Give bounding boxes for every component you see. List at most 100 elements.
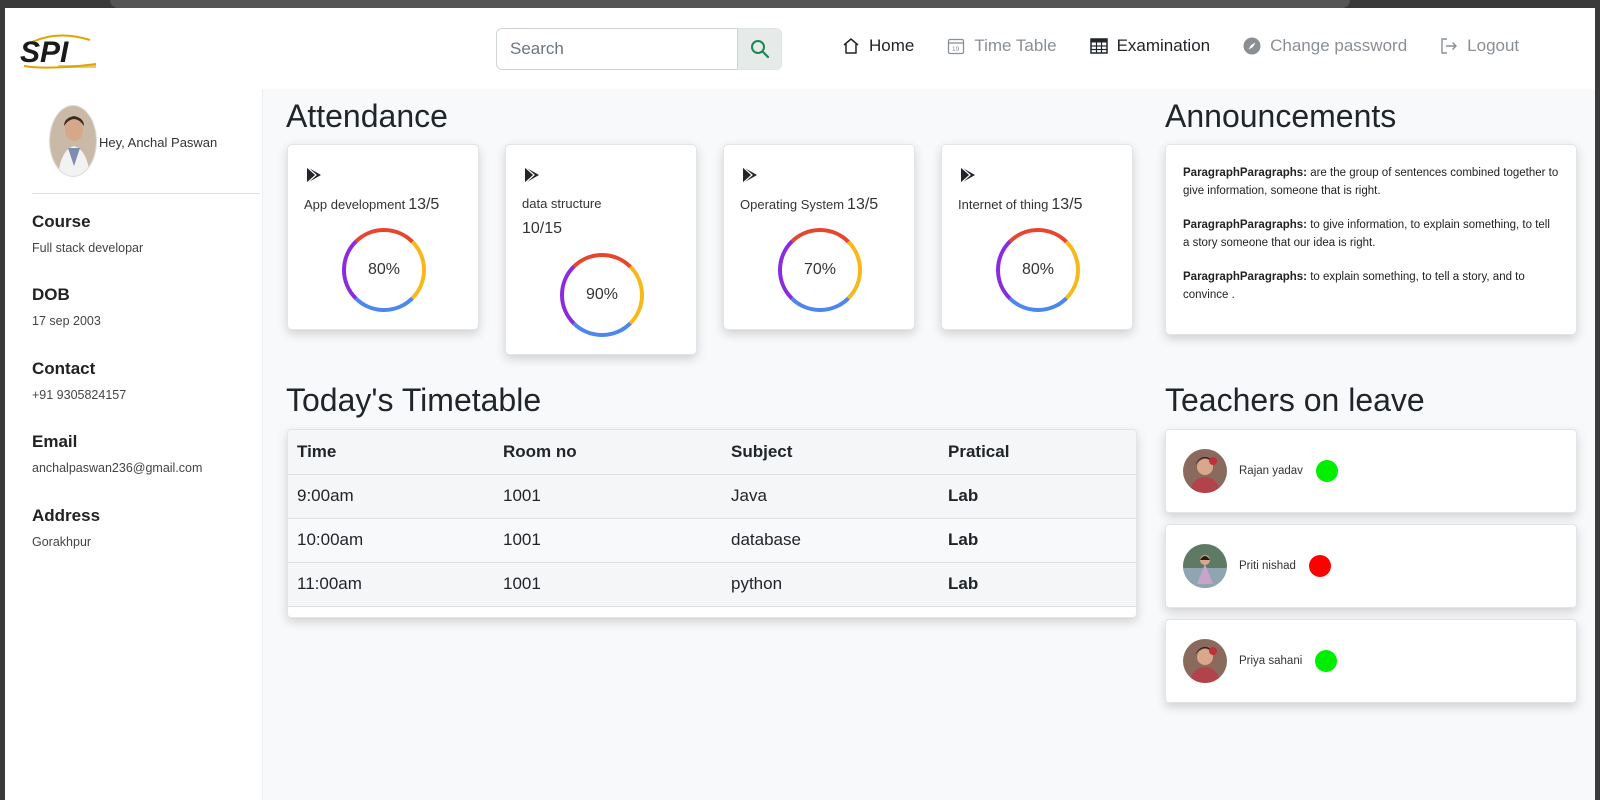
teacher-name: Rajan yadav: [1239, 465, 1303, 477]
table-row[interactable]: 10:00am 1001 database Lab: [288, 518, 1136, 563]
practical-cell: Lab: [939, 518, 1136, 563]
table-icon: [1089, 38, 1108, 54]
course-label: Course: [32, 212, 91, 231]
leave-card[interactable]: Rajan yadav: [1165, 429, 1577, 513]
nav-time-table-label: Time Table: [974, 36, 1057, 55]
dob-label: DOB: [32, 285, 70, 304]
attendance-card-app-development[interactable]: App development 13/5 80%: [287, 144, 479, 330]
timetable-table: Time Room no Subject Pratical 9:00am 100…: [288, 430, 1136, 607]
contact-label: Contact: [32, 359, 96, 378]
timetable-title: Today's Timetable: [286, 382, 542, 418]
announcement-heading: ParagraphParagraphs:: [1183, 271, 1307, 283]
dashboard-main: Attendance Announcements App development…: [263, 89, 1595, 800]
subject-line: App development 13/5: [304, 196, 439, 214]
announcement-heading: ParagraphParagraphs:: [1183, 167, 1307, 179]
announcement-item: ParagraphParagraphs: to give information…: [1183, 217, 1559, 252]
status-dot: [1315, 460, 1338, 482]
search-icon: [750, 40, 769, 59]
teacher-name: Priti nishad: [1239, 560, 1296, 572]
practical-cell: Lab: [939, 474, 1136, 519]
calendar-icon: 19: [948, 38, 965, 55]
attendance-percent: 70%: [803, 261, 837, 278]
dob-value: 17 sep 2003: [32, 314, 101, 328]
room-cell: 1001: [494, 474, 722, 519]
leave-card[interactable]: Priti nishad: [1165, 524, 1577, 608]
status-dot: [1308, 555, 1331, 577]
table-row[interactable]: 11:00am 1001 python Lab: [288, 562, 1136, 607]
attendance-percent: 80%: [1021, 261, 1055, 278]
column-header: Pratical: [939, 430, 1136, 475]
attendance-card-data-structure[interactable]: data structure 10/15 90%: [505, 144, 697, 355]
nav-logout-label: Logout: [1467, 36, 1520, 55]
attendance-count: 13/5: [1051, 196, 1083, 213]
app-window: SPI Home: [5, 8, 1595, 800]
attendance-percent: 80%: [367, 261, 401, 278]
time-cell: 9:00am: [288, 474, 494, 519]
subject-cell: Java: [722, 474, 939, 519]
practical-cell: Lab: [939, 562, 1136, 607]
table-header-row: Time Room no Subject Pratical: [288, 430, 1136, 475]
time-cell: 10:00am: [288, 518, 494, 563]
subject-name: Internet of thing: [958, 197, 1049, 212]
contact-field: Contact +91 9305824157: [32, 359, 126, 402]
compass-icon: [1243, 37, 1261, 55]
address-value: Gorakhpur: [32, 535, 92, 549]
dob-field: DOB 17 sep 2003: [32, 285, 101, 328]
column-header: Subject: [722, 430, 939, 475]
play-icon: [960, 166, 975, 184]
navbar: SPI Home: [5, 8, 1595, 89]
profile-sidebar: Hey, Anchal Paswan Course Full stack dev…: [5, 89, 263, 800]
course-value: Full stack developar: [32, 241, 144, 255]
nav-logout[interactable]: Logout: [1439, 36, 1519, 56]
nav-change-password[interactable]: Change password: [1242, 36, 1407, 56]
subject-name: Operating System: [740, 197, 845, 212]
spi-logo[interactable]: SPI: [18, 28, 98, 72]
attendance-ring: 80%: [340, 226, 428, 314]
attendance-count: 13/5: [408, 196, 440, 213]
play-icon: [306, 166, 321, 184]
greeting-text: Hey, Anchal Paswan: [99, 134, 218, 150]
email-field: Email anchalpaswan236@gmail.com: [32, 432, 202, 475]
nav-change-password-label: Change password: [1270, 36, 1408, 55]
main-nav: Home 19 Time Table Examination Change pa…: [841, 36, 1551, 56]
svg-text:SPI: SPI: [20, 36, 69, 69]
teacher-avatar: [1183, 449, 1227, 493]
search-button[interactable]: [738, 28, 782, 70]
attendance-count: 13/5: [847, 196, 879, 213]
table-row[interactable]: 9:00am 1001 Java Lab: [288, 474, 1136, 519]
attendance-ring: 80%: [994, 226, 1082, 314]
teacher-avatar: [1183, 544, 1227, 588]
nav-home[interactable]: Home: [841, 36, 914, 56]
nav-time-table[interactable]: 19 Time Table: [946, 36, 1057, 56]
search-input[interactable]: [496, 28, 738, 70]
subject-cell: database: [722, 518, 939, 563]
leave-card[interactable]: Priya sahani: [1165, 619, 1577, 703]
column-header: Time: [288, 430, 494, 475]
email-value: anchalpaswan236@gmail.com: [32, 461, 203, 475]
room-cell: 1001: [494, 518, 722, 563]
teacher-avatar: [1183, 639, 1227, 683]
subject-line: Operating System 13/5: [740, 196, 878, 214]
avatar[interactable]: [49, 105, 97, 177]
time-cell: 11:00am: [288, 562, 494, 607]
address-field: Address Gorakhpur: [32, 506, 100, 549]
nav-examination[interactable]: Examination: [1089, 36, 1210, 56]
attendance-count: 10/15: [522, 220, 563, 237]
timetable-card: Time Room no Subject Pratical 9:00am 100…: [287, 429, 1137, 618]
course-field: Course Full stack developar: [32, 212, 143, 255]
subject-name: App development: [304, 197, 406, 212]
attendance-card-internet-of-thing[interactable]: Internet of thing 13/5 80%: [941, 144, 1133, 330]
subject-line: Internet of thing 13/5: [958, 196, 1082, 214]
announcement-item: ParagraphParagraphs: to explain somethin…: [1183, 269, 1559, 304]
browser-top-strip: [110, 0, 1350, 8]
teacher-name: Priya sahani: [1239, 655, 1303, 667]
play-icon: [524, 166, 539, 184]
attendance-ring: 90%: [558, 251, 646, 339]
announcement-heading: ParagraphParagraphs:: [1183, 219, 1307, 231]
attendance-card-operating-system[interactable]: Operating System 13/5 70%: [723, 144, 915, 330]
attendance-title: Attendance: [286, 98, 448, 134]
subject-cell: python: [722, 562, 939, 607]
column-header: Room no: [494, 430, 722, 475]
logout-icon: [1441, 38, 1458, 54]
contact-value: +91 9305824157: [32, 388, 127, 402]
